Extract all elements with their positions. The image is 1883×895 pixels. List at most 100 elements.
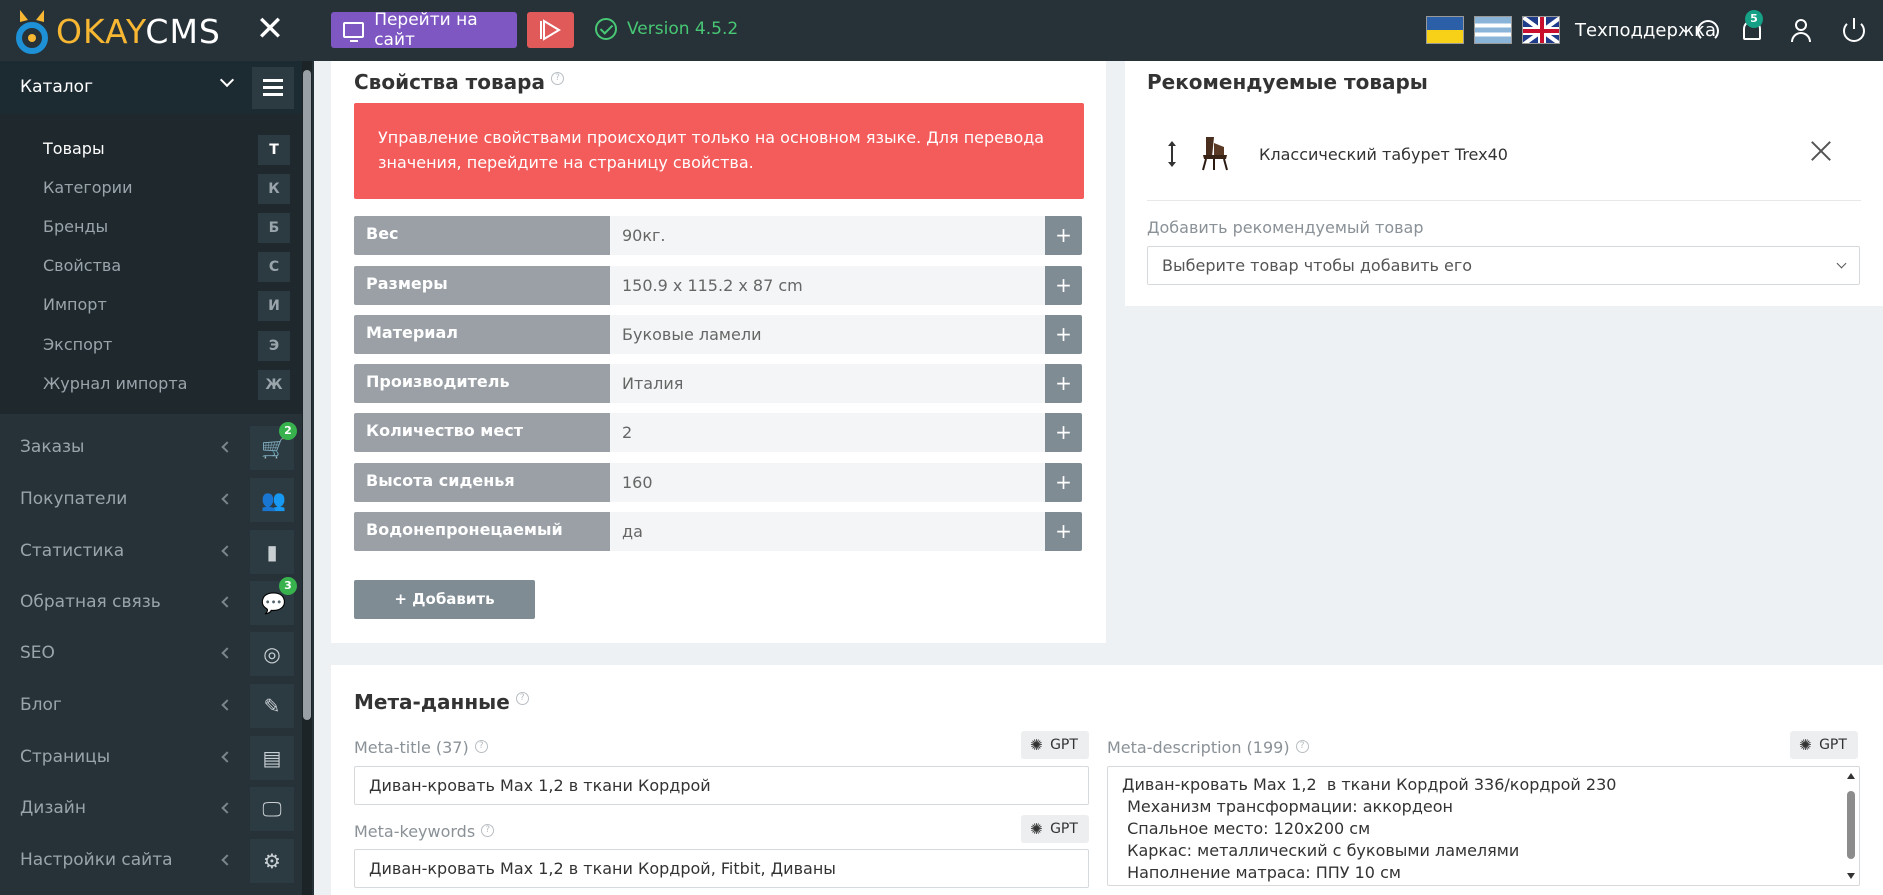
nav-label: SEO	[20, 643, 55, 663]
gpt-button[interactable]: GPT	[1790, 731, 1858, 759]
sidebar-item-customers[interactable]: Покупатели 👥	[0, 474, 302, 526]
sidebar-subitem-categories[interactable]: Категории К	[0, 168, 302, 207]
version-status: Version 4.5.2	[595, 18, 738, 40]
list-icon[interactable]	[252, 67, 294, 109]
orders-badge: 2	[279, 422, 297, 440]
subitem-hotkey: С	[258, 252, 290, 282]
subitem-hotkey: К	[258, 174, 290, 204]
subitem-label: Свойства	[43, 256, 122, 275]
meta-keywords-input[interactable]: Диван-кровать Max 1,2 в ткани Кордрой, F…	[354, 849, 1089, 888]
sidebar-item-catalog[interactable]: Каталог	[0, 61, 302, 114]
goto-site-label: Перейти на сайт	[374, 10, 478, 50]
add-value-button[interactable]: +	[1045, 463, 1082, 502]
sidebar-item-blog[interactable]: Блог ✎	[0, 680, 302, 732]
help-icon[interactable]: ?	[1295, 740, 1309, 753]
property-value-input[interactable]: 2	[610, 413, 1045, 452]
close-sidebar-icon[interactable]: ✕	[254, 12, 286, 46]
help-icon[interactable]: ?	[515, 692, 529, 705]
textarea-scrollbar[interactable]	[1845, 769, 1857, 883]
property-value-input[interactable]: 160	[610, 463, 1045, 502]
chevron-left-icon	[221, 545, 233, 557]
sidebar-item-orders[interactable]: Заказы 🛒	[0, 422, 302, 474]
headset-icon[interactable]	[1697, 20, 1719, 42]
chevron-left-icon	[221, 596, 233, 608]
property-value-input[interactable]: 150.9 x 115.2 x 87 cm	[610, 266, 1045, 305]
preview-button[interactable]	[527, 12, 574, 48]
sidebar-subitem-brands[interactable]: Бренды Б	[0, 207, 302, 246]
sidebar-subitem-features[interactable]: Свойства С	[0, 246, 302, 285]
logo-text: OKAYCMS	[56, 11, 221, 51]
okaycms-logo[interactable]: OKAYCMS	[14, 8, 221, 54]
chevron-left-icon	[221, 647, 233, 659]
property-name: Количество мест	[354, 413, 610, 452]
property-row: Водонепронецаемый да +	[354, 512, 1082, 551]
add-property-button[interactable]: + Добавить свойство	[354, 580, 535, 647]
subitem-label: Импорт	[43, 295, 107, 314]
goto-site-button[interactable]: Перейти на сайт	[331, 10, 517, 50]
property-name: Вес	[354, 216, 610, 255]
subitem-label: Категории	[43, 178, 133, 197]
property-value-input[interactable]: Буковые ламели	[610, 315, 1045, 354]
recommended-product-select[interactable]: Выберите товар чтобы добавить его	[1147, 246, 1860, 285]
chevron-left-icon	[221, 699, 233, 711]
property-row: Производитель Италия +	[354, 364, 1082, 403]
support-link[interactable]: Техподдержка	[1575, 20, 1716, 41]
meta-title-label: Meta-title (37)?	[354, 738, 488, 757]
nav-label: Статистика	[20, 541, 125, 561]
power-icon[interactable]	[1843, 18, 1865, 42]
nav-label: Страницы	[20, 747, 111, 767]
sidebar-item-seo[interactable]: SEO ◎	[0, 628, 302, 680]
sidebar-item-pages[interactable]: Страницы ▤	[0, 732, 302, 784]
sidebar-subitem-import[interactable]: Импорт И	[0, 285, 302, 324]
user-icon[interactable]	[1790, 19, 1812, 43]
add-value-button[interactable]: +	[1045, 266, 1082, 305]
chevron-down-icon	[219, 72, 235, 88]
properties-alert: Управление свойствами происходит только …	[354, 103, 1084, 199]
textarea-line: Механизм трансформации: аккордеон	[1122, 797, 1453, 816]
drag-handle-icon[interactable]	[1167, 141, 1177, 167]
gear-icon: ⚙	[263, 849, 281, 873]
property-value-input[interactable]: Италия	[610, 364, 1045, 403]
nav-label: Заказы	[20, 437, 85, 457]
flag-ua-icon[interactable]	[1426, 16, 1464, 44]
help-icon[interactable]: ?	[481, 824, 495, 837]
meta-description-textarea[interactable]: Диван-кровать Max 1,2 в ткани Кордрой 33…	[1107, 766, 1860, 886]
chevron-left-icon	[221, 751, 233, 763]
gpt-button[interactable]: GPT	[1021, 731, 1089, 759]
help-icon[interactable]: ?	[474, 740, 488, 753]
sidebar-subitem-products[interactable]: Товары Т	[0, 129, 302, 168]
property-value-input[interactable]: да	[610, 512, 1045, 551]
gpt-button[interactable]: GPT	[1021, 815, 1089, 843]
sidebar-scroll-thumb[interactable]	[303, 70, 311, 720]
chevron-left-icon	[221, 493, 233, 505]
sidebar-subitem-import-log[interactable]: Журнал импорта Ж	[0, 364, 302, 403]
subitem-hotkey: Т	[258, 135, 290, 165]
sidebar-subitem-export[interactable]: Экспорт Э	[0, 325, 302, 364]
add-value-button[interactable]: +	[1045, 413, 1082, 452]
property-row: Высота сиденья 160 +	[354, 463, 1082, 502]
flag-en-icon[interactable]	[1522, 16, 1560, 44]
sidebar-item-settings[interactable]: Настройки сайта ⚙	[0, 835, 302, 887]
recommended-item-name[interactable]: Классический табурет Trex40	[1259, 145, 1508, 164]
property-value-input[interactable]: 90кг.	[610, 216, 1045, 255]
version-text: Version 4.5.2	[627, 19, 739, 39]
add-value-button[interactable]: +	[1045, 216, 1082, 255]
subitem-hotkey: Э	[258, 331, 290, 361]
remove-icon[interactable]	[1807, 137, 1835, 165]
chat-icon: 💬	[261, 591, 286, 615]
users-icon: 👥	[261, 488, 286, 512]
help-icon[interactable]: ?	[550, 72, 564, 85]
sidebar-item-feedback[interactable]: Обратная связь 💬	[0, 577, 302, 629]
add-value-button[interactable]: +	[1045, 364, 1082, 403]
monitor-icon: 🖵	[262, 797, 282, 821]
flag-by-icon[interactable]	[1474, 16, 1512, 44]
add-value-button[interactable]: +	[1045, 512, 1082, 551]
cart-icon: 🛒	[261, 436, 286, 460]
add-value-button[interactable]: +	[1045, 315, 1082, 354]
pencil-icon: ✎	[263, 694, 281, 718]
sidebar-item-statistics[interactable]: Статистика ▮	[0, 526, 302, 578]
sidebar-item-design[interactable]: Дизайн 🖵	[0, 783, 302, 835]
textarea-line: Каркас: металлический с буковыми ламелям…	[1122, 841, 1520, 860]
property-row: Вес 90кг. +	[354, 216, 1082, 255]
meta-title-input[interactable]: Диван-кровать Max 1,2 в ткани Кордрой	[354, 766, 1089, 805]
